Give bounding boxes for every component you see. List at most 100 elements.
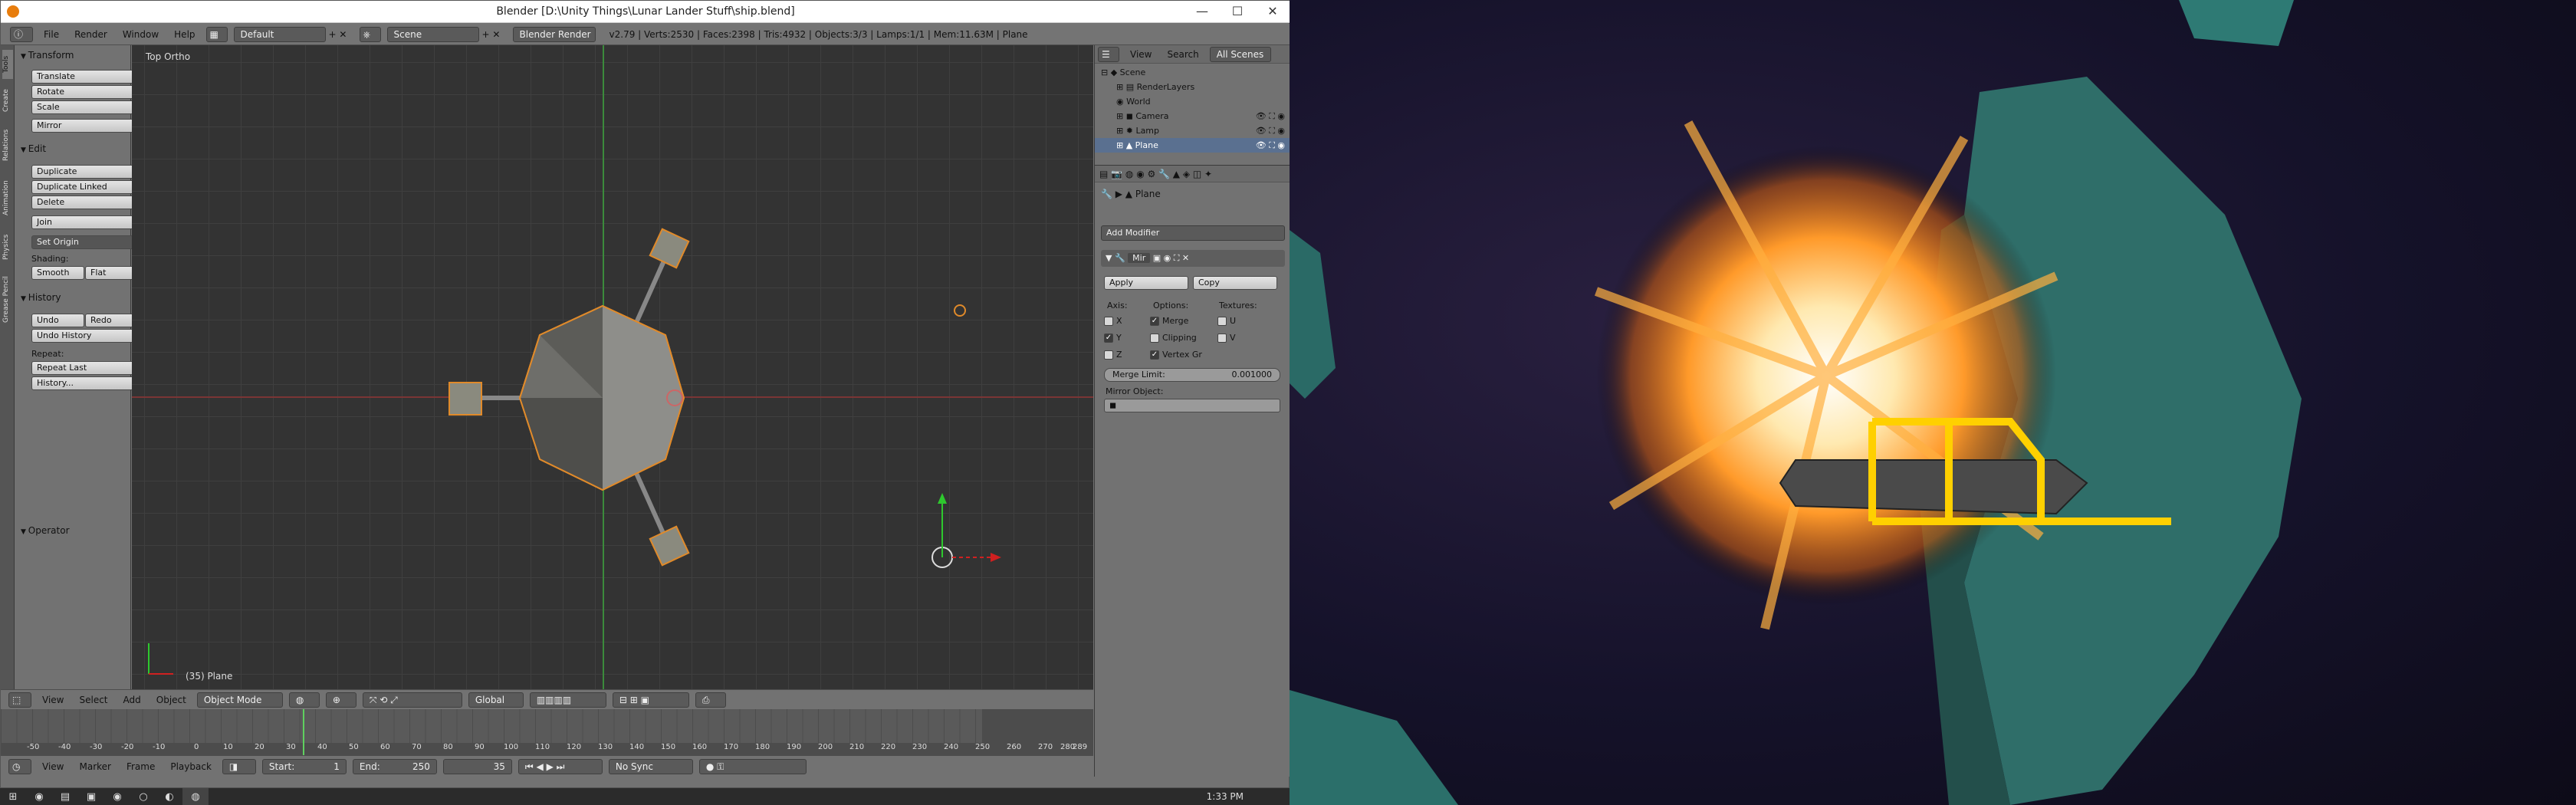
repeat-last-button[interactable]: Repeat Last [31,361,139,375]
outliner-item-scene[interactable]: ⊟ ◆ Scene [1095,65,1291,80]
scale-button[interactable]: Scale [31,100,139,114]
scene-select[interactable]: Scene [386,26,479,42]
tab-physics[interactable]: Physics [2,228,13,266]
axis-y-checkbox[interactable]: ✓ Y [1104,333,1122,343]
layout-add-icon[interactable]: + ✕ [329,29,356,40]
timeline-menu-frame[interactable]: Frame [119,761,163,772]
redo-button[interactable]: Redo [85,314,138,327]
delete-button[interactable]: Delete [31,196,139,209]
menu-help[interactable]: Help [166,29,202,40]
apply-button[interactable]: Apply [1104,276,1188,290]
duplicate-button[interactable]: Duplicate [31,165,139,179]
maximize-button[interactable]: ☐ [1220,1,1255,22]
outliner-menu-view[interactable]: View [1122,49,1159,60]
outliner-item-renderlayers[interactable]: ⊞ ▤ RenderLayers [1095,80,1291,94]
outliner-item-lamp[interactable]: ⊞ ✹ Lamp 👁 ⛶ ◉ [1095,123,1291,138]
texture-u-checkbox[interactable]: U [1217,316,1236,326]
tab-relations[interactable]: Relations [2,122,13,168]
tab-animation[interactable]: Animation [2,171,13,225]
modifier-header[interactable]: ▼ 🔧 Mir ▣ ◉ ⛶ ✕ [1101,250,1285,267]
render-engine-select[interactable]: Blender Render [512,26,596,42]
modifier-name-field[interactable]: Mir [1128,253,1151,263]
tab-grease-pencil[interactable]: Grease Pencil [2,269,13,330]
shading-select[interactable]: ◍ [288,692,320,708]
axis-x-checkbox[interactable]: X [1104,316,1122,326]
merge-checkbox[interactable]: ✓ Merge [1150,316,1188,326]
layout-grid-icon[interactable]: ▦ [205,26,228,42]
set-origin-select[interactable]: Set Origin [31,235,139,249]
outliner-menu-search[interactable]: Search [1159,49,1206,60]
snap-icons[interactable]: ⊟ ⊞ ▣ [612,692,689,708]
timeline-menu-view[interactable]: View [34,761,71,772]
add-modifier-select[interactable]: Add Modifier [1101,225,1285,241]
explorer-icon[interactable]: ▤ [52,788,78,805]
game-view[interactable] [1290,0,2576,805]
menu-view[interactable]: View [34,695,71,705]
scene-icon[interactable]: ⎈ [359,26,381,42]
timeline-menu-marker[interactable]: Marker [71,761,118,772]
menu-window[interactable]: Window [115,29,166,40]
outliner-scope-select[interactable]: All Scenes [1209,46,1271,62]
merge-limit-field[interactable]: Merge Limit: 0.001000 [1104,368,1280,382]
start-frame-field[interactable]: Start: 1 [261,758,347,774]
start-icon[interactable]: ⊞ [0,788,26,805]
menu-object[interactable]: Object [149,695,194,705]
smooth-button[interactable]: Smooth [31,266,84,280]
undo-button[interactable]: Undo [31,314,84,327]
app-icon[interactable]: ○ [130,788,156,805]
menu-add[interactable]: Add [116,695,149,705]
keying-set-field[interactable]: ● ⚿ [698,758,807,774]
timeline-type-icon[interactable]: ◷ [8,758,31,774]
scene-add-icon[interactable]: + ✕ [482,29,510,40]
outliner-item-world[interactable]: ◉ World [1095,94,1291,109]
mode-select[interactable]: Object Mode [196,692,283,708]
tab-create[interactable]: Create [2,82,13,119]
excel-icon[interactable]: ▣ [78,788,104,805]
undo-history-button[interactable]: Undo History [31,329,139,343]
chat-icon[interactable]: ◐ [156,788,182,805]
layout-select[interactable]: Default [233,26,326,42]
outliner-item-plane[interactable]: ⊞ ▲ Plane 👁 ⛶ ◉ [1095,138,1291,153]
join-button[interactable]: Join [31,215,139,229]
menu-select[interactable]: Select [71,695,115,705]
transform-panel-heading[interactable]: Transform [21,50,74,61]
blender-taskbar-icon[interactable]: ◍ [182,788,209,805]
minimize-button[interactable]: — [1184,1,1220,22]
tab-tools[interactable]: Tools [2,50,13,79]
mirror-button[interactable]: Mirror [31,119,139,133]
translate-button[interactable]: Translate [31,70,139,84]
outliner-item-camera[interactable]: ⊞ ◼ Camera 👁 ⛶ ◉ [1095,109,1291,123]
timeline[interactable]: -50 -40 -30 -20 -10 0 10 20 30 40 50 60 … [1,709,1093,755]
end-frame-field[interactable]: End: 250 [352,758,437,774]
3d-view-type-icon[interactable]: ⬚ [8,692,31,708]
ship-model[interactable] [132,45,1093,689]
outliner-type-icon[interactable]: ☰ [1098,46,1119,62]
editor-type-icon[interactable]: ⓘ [10,26,33,42]
menu-file[interactable]: File [36,29,67,40]
duplicate-linked-button[interactable]: Duplicate Linked [31,180,139,194]
edit-panel-heading[interactable]: Edit [21,143,46,154]
lamp-icon[interactable] [954,304,966,317]
preview-range-icon[interactable]: ◨ [222,758,256,774]
chrome-window-icon[interactable]: ◉ [104,788,130,805]
flat-button[interactable]: Flat [85,266,138,280]
render-icons[interactable]: ⎙ [695,692,726,708]
orientation-select[interactable]: Global [468,692,524,708]
close-button[interactable]: ✕ [1255,1,1290,22]
layers-grid[interactable]: ▥▥▥▥ [529,692,606,708]
chrome-icon[interactable]: ◉ [26,788,52,805]
clipping-checkbox[interactable]: Clipping [1150,333,1197,343]
timeline-menu-playback[interactable]: Playback [163,761,219,772]
menu-render[interactable]: Render [67,29,115,40]
3d-viewport[interactable]: Top Ortho (35) Plane [132,45,1093,689]
copy-button[interactable]: Copy [1193,276,1277,290]
axis-z-checkbox[interactable]: Z [1104,350,1122,360]
texture-v-checkbox[interactable]: V [1217,333,1236,343]
vertex-groups-checkbox[interactable]: ✓ Vertex Gr [1150,350,1202,360]
sync-select[interactable]: No Sync [608,758,693,774]
properties-tabs[interactable]: ▤ 📷 ◍ ◉ ⚙ 🔧 ▲ ◈ ◫ ✦ [1095,166,1291,182]
mirror-object-field[interactable]: ◼ [1104,399,1280,412]
operator-panel-heading[interactable]: Operator [21,525,70,536]
playback-controls[interactable]: ⏮ ◀ ▶ ⏭ [518,758,603,774]
current-frame-field[interactable]: 35 [442,758,512,774]
